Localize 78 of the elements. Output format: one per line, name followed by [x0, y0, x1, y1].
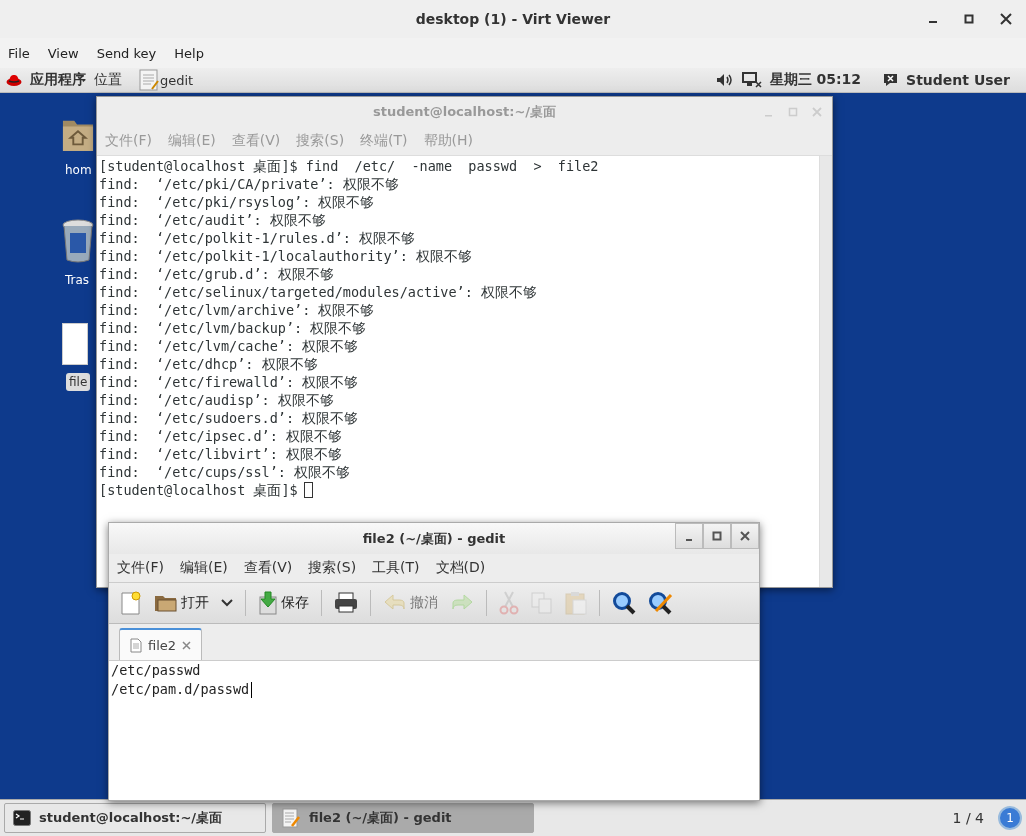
menu-item[interactable]: 文件(F) — [117, 559, 164, 577]
places-menu[interactable]: 位置 — [94, 71, 122, 89]
menu-item[interactable]: Send key — [96, 45, 157, 61]
caret-icon — [221, 599, 233, 607]
text-cursor — [251, 682, 252, 698]
terminal-line: find: ‘/etc/dhcp’: 权限不够 — [99, 355, 319, 373]
taskbar-button[interactable]: student@localhost:~/桌面 — [4, 803, 266, 833]
terminal-line: [student@localhost 桌面]$ find /etc/ -name passwd > file2 — [99, 157, 600, 175]
open-button[interactable]: 打开 — [151, 591, 212, 615]
menu-item[interactable]: Help — [174, 45, 204, 61]
terminal-icon — [13, 810, 31, 826]
maximize-icon[interactable] — [964, 14, 974, 24]
terminal-line: find: ‘/etc/libvirt’: 权限不够 — [99, 445, 343, 463]
window-title: file2 (~/桌面) - gedit — [362, 529, 506, 548]
close-button[interactable] — [731, 523, 759, 549]
terminal-line: find: ‘/etc/ipsec.d’: 权限不够 — [99, 427, 343, 445]
menu-item[interactable]: 文档(D) — [435, 559, 486, 577]
chat-icon — [883, 73, 899, 87]
applications-menu[interactable]: 应用程序 — [30, 71, 86, 89]
text-cursor — [303, 482, 313, 498]
scissors-icon — [499, 591, 519, 615]
terminal-line: find: ‘/etc/audit’: 权限不够 — [99, 211, 327, 229]
menu-item[interactable]: 编辑(E) — [180, 559, 228, 577]
new-document-icon — [120, 591, 142, 615]
menu-item[interactable]: View — [47, 45, 79, 61]
text-line: /etc/passwd — [111, 661, 201, 680]
terminal-line: find: ‘/etc/grub.d’: 权限不够 — [99, 265, 335, 283]
terminal-line: find: ‘/etc/pki/rsyslog’: 权限不够 — [99, 193, 376, 211]
window-title: desktop (1) - Virt Viewer — [415, 11, 611, 27]
folder-icon — [154, 593, 178, 613]
copy-icon — [531, 592, 553, 614]
terminal-line: find: ‘/etc/polkit-1/rules.d’: 权限不够 — [99, 229, 417, 247]
search-icon — [612, 591, 636, 615]
dropdown-button[interactable] — [218, 597, 236, 609]
document-icon — [130, 637, 142, 653]
terminal-line: find: ‘/etc/audisp’: 权限不够 — [99, 391, 335, 409]
terminal-line: find: ‘/etc/pki/CA/private’: 权限不够 — [99, 175, 400, 193]
magnifier-pencil-icon — [648, 591, 674, 615]
notification-badge[interactable]: 1 — [998, 806, 1022, 830]
workspace-indicator[interactable]: 1 / 4 — [952, 810, 984, 826]
window-title: student@localhost:~/桌面 — [372, 103, 557, 121]
menu-item[interactable]: 搜索(S) — [308, 559, 357, 577]
user-menu[interactable]: Student User — [906, 72, 1010, 88]
menu-item[interactable]: 查看(V) — [243, 559, 293, 577]
terminal-line: find: ‘/etc/sudoers.d’: 权限不够 — [99, 409, 360, 427]
notepad-icon — [281, 808, 301, 828]
maximize-icon — [712, 531, 722, 541]
app-menu[interactable]: gedit — [138, 69, 194, 91]
terminal-line: find: ‘/etc/cups/ssl’: 权限不够 — [99, 463, 352, 481]
terminal-line: find: ‘/etc/selinux/targeted/modules/active’: 权限不够 — [99, 283, 538, 301]
terminal-line: find: ‘/etc/polkit-1/localauthority’: 权限不够 — [99, 247, 473, 265]
document-tab[interactable]: file2 — [119, 628, 203, 660]
volume-icon[interactable] — [715, 73, 734, 87]
menu-item[interactable]: File — [8, 45, 30, 61]
clipboard-icon — [565, 591, 587, 615]
clock[interactable]: 星期三 05:12 — [769, 71, 862, 89]
trash-icon[interactable] — [62, 219, 94, 263]
scrollbar[interactable] — [819, 156, 832, 587]
menu-item[interactable]: 工具(T) — [372, 559, 420, 577]
taskbar-button[interactable]: file2 (~/桌面) - gedit — [272, 803, 534, 833]
text-line: /etc/pam.d/passwd — [111, 680, 250, 699]
terminal-line: find: ‘/etc/lvm/cache’: 权限不够 — [99, 337, 360, 355]
terminal-line: find: ‘/etc/firewalld’: 权限不够 — [99, 373, 360, 391]
printer-icon — [334, 592, 358, 614]
hat-icon — [6, 73, 22, 87]
close-icon — [740, 531, 750, 541]
terminal-line: find: ‘/etc/lvm/archive’: 权限不够 — [99, 301, 376, 319]
icon-label[interactable]: file — [66, 373, 91, 391]
download-icon — [258, 591, 278, 615]
close-icon[interactable] — [1000, 13, 1012, 25]
save-button[interactable]: 保存 — [255, 589, 312, 617]
terminal-line: [student@localhost 桌面]$ — [99, 481, 298, 499]
network-icon[interactable] — [741, 72, 762, 88]
icon-label[interactable]: hom — [62, 161, 95, 179]
icon-label[interactable]: Tras — [62, 271, 93, 289]
terminal-line: find: ‘/etc/lvm/backup’: 权限不够 — [99, 319, 368, 337]
maximize-button[interactable] — [703, 523, 731, 549]
minimize-icon — [686, 539, 692, 541]
